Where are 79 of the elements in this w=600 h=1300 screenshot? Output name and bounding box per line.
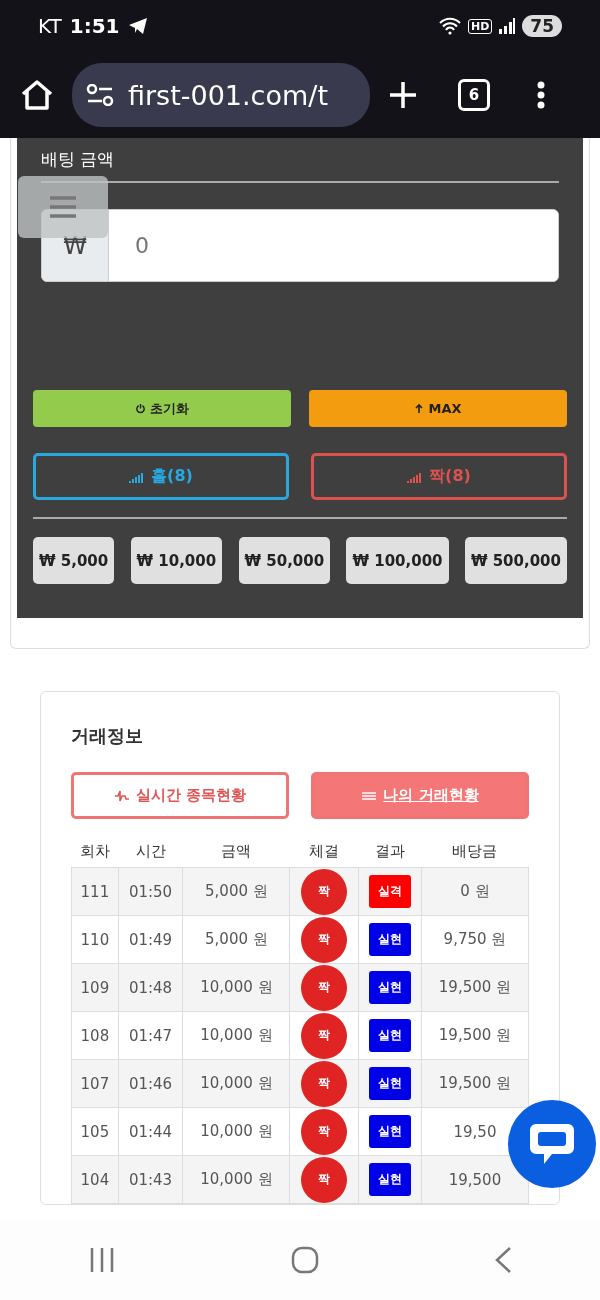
amount-chip[interactable]: ₩ 10,000 — [130, 537, 223, 584]
column-header: 시간 — [118, 835, 183, 868]
clock: 1:51 — [69, 14, 120, 38]
table-cell: 10,000 원 — [182, 1011, 290, 1060]
result-tag: 실현 — [369, 1115, 411, 1148]
carrier: KT — [38, 14, 62, 38]
result-tag: 실격 — [369, 875, 411, 908]
table-cell: 01:44 — [118, 1107, 183, 1156]
table-cell: 0 원 — [421, 867, 529, 916]
table-cell: 19,500 원 — [421, 1011, 529, 1060]
card-title: 거래정보 — [71, 724, 144, 748]
table-cell: 110 — [71, 915, 119, 964]
result-tag: 실현 — [369, 971, 411, 1004]
max-button[interactable]: MAX — [309, 390, 567, 427]
table-cell: 105 — [71, 1107, 119, 1156]
table-cell: 10,000 원 — [182, 1155, 290, 1204]
address-bar[interactable]: first-001.com/t — [72, 63, 370, 127]
table-cell: 01:47 — [118, 1011, 183, 1060]
pick-button[interactable]: 홀(8) — [33, 453, 289, 500]
column-header: 회차 — [71, 835, 119, 868]
table-cell: 19,500 원 — [421, 1059, 529, 1108]
menu-button[interactable] — [18, 176, 108, 238]
hd-voice-indicator: HD — [468, 18, 493, 34]
result-tag: 실현 — [369, 1163, 411, 1196]
table-cell: 10,000 원 — [182, 1059, 290, 1108]
table-cell: 01:49 — [118, 915, 183, 964]
pick-dot: 짝 — [301, 1156, 348, 1203]
menu-icon — [49, 195, 77, 219]
table-cell: 01:43 — [118, 1155, 183, 1204]
tab[interactable]: 실시간 종목현황 — [71, 772, 289, 819]
result-tag: 실현 — [369, 1067, 411, 1100]
wave-lines-icon — [361, 790, 378, 801]
arrow-up-icon — [414, 403, 425, 414]
column-header: 결과 — [358, 835, 422, 868]
pulse-icon — [113, 789, 130, 802]
amount-chip[interactable]: ₩ 100,000 — [346, 537, 449, 584]
table-cell: 10,000 원 — [182, 963, 290, 1012]
result-tag: 실현 — [369, 1019, 411, 1052]
table-cell: 111 — [71, 867, 119, 916]
pick-dot: 짝 — [301, 916, 348, 963]
site-settings-icon — [86, 84, 114, 106]
reset-button[interactable]: 초기화 — [33, 390, 291, 427]
result-tag: 실현 — [369, 923, 411, 956]
pick-dot: 짝 — [301, 868, 348, 915]
table-cell: 01:46 — [118, 1059, 183, 1108]
table-cell: 9,750 원 — [421, 915, 529, 964]
column-header: 금액 — [182, 835, 290, 868]
table-cell: 109 — [71, 963, 119, 1012]
pick-dot: 짝 — [301, 1108, 348, 1155]
pick-dot: 짝 — [301, 1060, 348, 1107]
signal-bars-icon — [129, 470, 146, 483]
amount-chip[interactable]: ₩ 500,000 — [464, 537, 567, 584]
table-cell: 107 — [71, 1059, 119, 1108]
table-cell: 108 — [71, 1011, 119, 1060]
new-tab-icon[interactable] — [388, 80, 418, 110]
wifi-icon — [438, 17, 462, 35]
section-label: 배팅 금액 — [40, 148, 116, 171]
signal-icon — [498, 18, 517, 34]
column-header: 체결 — [289, 835, 359, 868]
amount-chip[interactable]: ₩ 50,000 — [238, 537, 331, 584]
table-cell: 104 — [71, 1155, 119, 1204]
column-header: 배당금 — [421, 835, 529, 868]
table-cell: 01:50 — [118, 867, 183, 916]
signal-bars-icon — [407, 470, 424, 483]
paper-plane-icon — [127, 17, 148, 35]
tab-count-button[interactable]: 6 — [458, 79, 490, 111]
menu-icon[interactable] — [536, 81, 546, 109]
battery-level: 75 — [522, 15, 562, 37]
back-icon[interactable] — [494, 1246, 513, 1274]
amount-chip[interactable]: ₩ 5,000 — [33, 537, 115, 584]
table-cell: 19,500 원 — [421, 963, 529, 1012]
amount-field[interactable]: ₩ 0 — [41, 209, 559, 282]
pick-dot: 짝 — [301, 964, 348, 1011]
table-cell: 5,000 원 — [182, 915, 290, 964]
table-cell: 5,000 원 — [182, 867, 290, 916]
table-cell: 10,000 원 — [182, 1107, 290, 1156]
table-cell: 01:48 — [118, 963, 183, 1012]
pick-dot: 짝 — [301, 1012, 348, 1059]
power-icon — [135, 403, 146, 414]
